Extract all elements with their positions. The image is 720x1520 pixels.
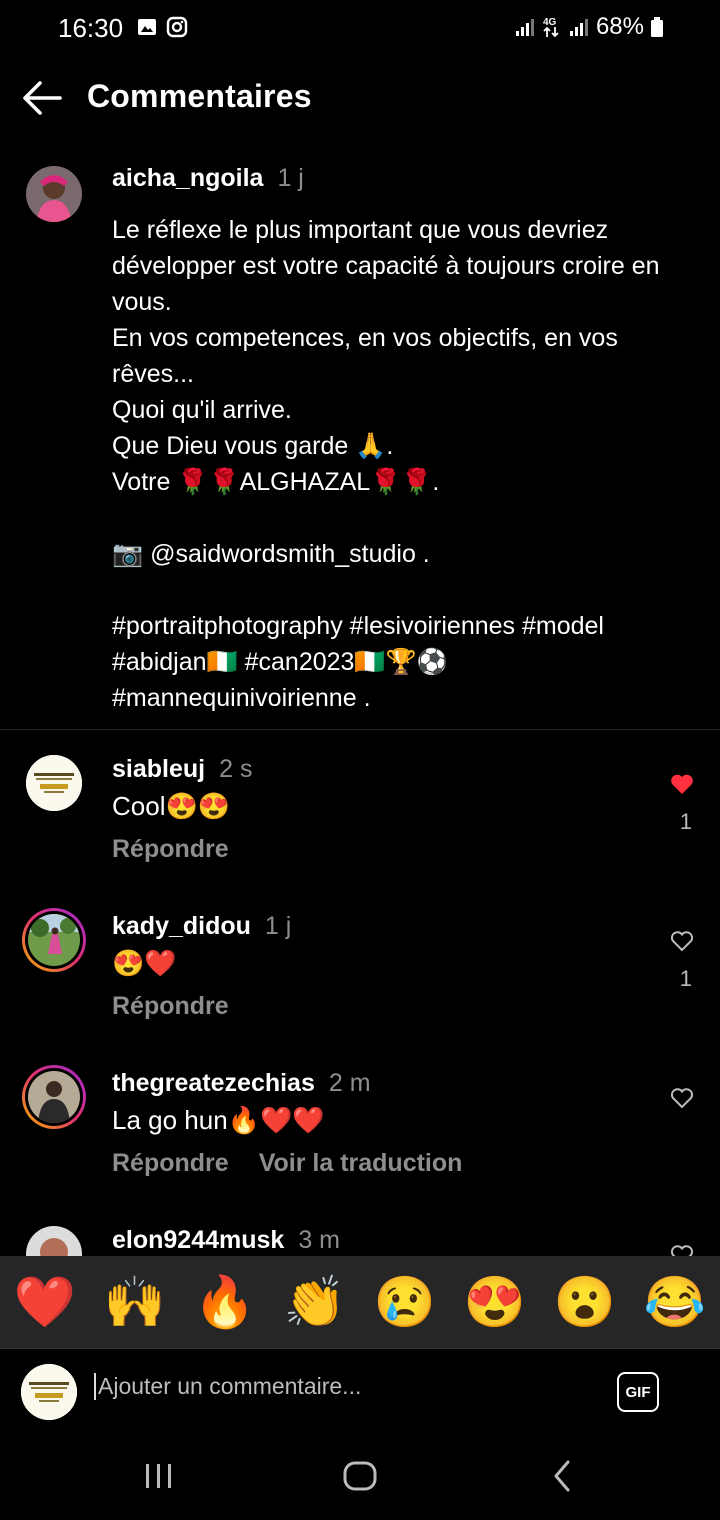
comment-head: kady_didou 1 j [112,912,291,941]
comment-text: 😍❤️ [112,948,177,978]
4g-icon: 4G [543,17,559,38]
home-icon [343,1461,377,1491]
comment-head: thegreatezechias 2 m [112,1069,371,1098]
emoji-raised-hands[interactable]: 🙌 [104,1273,166,1332]
like-count: 1 [679,809,692,834]
instagram-icon [166,16,188,38]
comment-time: 3 m [298,1226,341,1254]
profile-photo-icon [21,1364,77,1420]
comment-text: La go hun🔥❤️❤️ [112,1105,325,1135]
nav-back-button[interactable] [548,1458,578,1499]
gif-button[interactable]: GIF [617,1372,659,1412]
back-arrow-icon [23,81,62,115]
recent-apps-button[interactable] [142,1458,176,1499]
like-button[interactable] [670,1244,694,1256]
caption-text: Le réflexe le plus important que vous de… [112,216,660,712]
emoji-heart[interactable]: ❤️ [14,1273,76,1332]
profile-photo-icon [26,1226,82,1256]
heart-outline-icon [670,1088,694,1109]
profile-photo-icon [28,914,80,966]
like-button[interactable] [670,1087,694,1109]
home-button[interactable] [342,1458,378,1499]
profile-photo-icon [26,755,82,811]
comment-actions: Répondre [112,835,229,864]
status-right: 4G 68% [514,13,664,41]
comment-text: Cool😍😍 [112,791,231,821]
comment-item: elon9244musk 3 m [0,1226,720,1256]
comment-avatar[interactable] [22,1065,86,1129]
back-button[interactable] [20,78,64,118]
emoji-heart-eyes[interactable]: 😍 [464,1273,526,1332]
header: Commentaires [0,60,720,136]
like-count: 1 [679,966,692,991]
comment-input-bar: Ajouter un commentaire... GIF [0,1348,720,1437]
translate-button[interactable]: Voir la traduction [259,1149,463,1178]
comment-avatar[interactable] [26,755,82,811]
comment-actions: Répondre [112,992,229,1021]
profile-photo-icon [28,1071,80,1123]
like-button[interactable] [670,773,694,795]
reply-button[interactable]: Répondre [112,835,229,864]
comment-head: siableuj 2 s [112,755,252,784]
like-button[interactable] [670,930,694,952]
battery-percent: 68% [595,13,644,40]
page-title: Commentaires [87,78,312,114]
comment-username[interactable]: kady_didou [112,912,251,940]
recent-apps-icon [146,1464,171,1488]
gallery-icon [138,19,156,35]
comment-head: elon9244musk 3 m [112,1226,340,1255]
comment-username[interactable]: elon9244musk [112,1226,284,1254]
comment-username[interactable]: siableuj [112,755,205,783]
heart-outline-icon [670,1245,694,1256]
caption-head: aicha_ngoila 1 j [112,164,304,193]
comment-avatar[interactable] [22,908,86,972]
emoji-clap[interactable]: 👏 [284,1273,346,1332]
status-bar: 16:30 4G 68% [0,0,720,56]
comment-input[interactable]: Ajouter un commentaire... [94,1373,361,1400]
emoji-reaction-bar: ❤️ 🙌 🔥 👏 😢 😍 😮 😂 [0,1256,720,1348]
signal-icon [515,19,534,36]
comment-time: 2 s [219,755,253,783]
status-notifications [136,16,188,38]
signal-icon-2 [569,19,588,36]
emoji-laugh[interactable]: 😂 [644,1273,706,1332]
reply-button[interactable]: Répondre [112,1149,229,1178]
system-nav-bar [0,1436,720,1520]
heart-filled-icon [671,774,693,794]
svg-text:4G: 4G [543,17,557,28]
comment-avatar[interactable] [26,1226,82,1256]
battery-icon [651,17,663,37]
caption-avatar[interactable] [26,166,82,222]
comment-time: 1 j [264,912,292,940]
reply-button[interactable]: Répondre [112,992,229,1021]
comment-time: 2 m [328,1069,371,1097]
comment-actions: Répondre Voir la traduction [112,1149,462,1178]
caption-time: 1 j [277,164,304,192]
emoji-fire[interactable]: 🔥 [194,1273,256,1332]
emoji-cry[interactable]: 😢 [374,1273,436,1332]
my-avatar [21,1364,77,1420]
profile-photo-icon [26,166,82,222]
status-time: 16:30 [58,13,124,43]
heart-outline-icon [670,931,694,952]
nav-back-icon [554,1460,570,1492]
divider [0,729,720,730]
caption-username[interactable]: aicha_ngoila [112,164,263,192]
comment-username[interactable]: thegreatezechias [112,1069,315,1097]
emoji-surprised[interactable]: 😮 [554,1273,616,1332]
